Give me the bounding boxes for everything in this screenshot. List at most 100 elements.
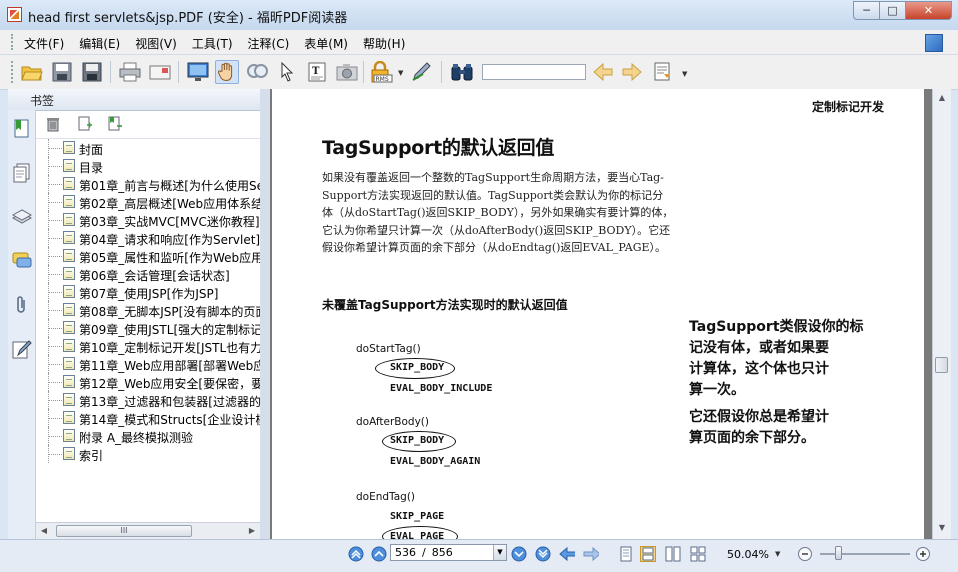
bookmark-page-icon [63,177,75,190]
code-start-skip-body: SKIP_BODY [390,362,445,373]
bookmarks-panel: 书签 封面 目录 第01章_前言与概述[为什么使用Se 第02章_高层概述[We… [8,89,261,540]
bookmark-page-icon [63,249,75,262]
scroll-left-arrow-icon[interactable]: ◀ [39,526,49,537]
menu-comment[interactable]: 注释(C) [248,35,290,52]
pdf-page: 定制标记开发 TagSupport的默认返回值 如果没有覆盖返回一个整数的Tag… [272,89,924,539]
code-do-end-tag: doEndTag() [356,491,416,503]
toolbar-separator [441,61,442,83]
menu-help[interactable]: 帮助(H) [363,35,405,52]
bookmark-page-icon [63,339,75,352]
bookmarks-horizontal-scrollbar[interactable]: ◀ III ▶ [36,522,260,540]
bookmarks-tab-icon[interactable] [11,118,32,139]
layers-tab-icon[interactable] [11,206,32,227]
snapshot-icon[interactable] [335,60,359,84]
signatures-tab-icon[interactable] [11,338,32,359]
last-page-icon[interactable] [535,546,551,562]
find-input[interactable] [482,64,586,80]
bookmark-page-icon [63,267,75,280]
add-child-bookmark-icon[interactable] [106,115,124,133]
menu-file[interactable]: 文件(F) [24,35,64,52]
single-page-view-icon[interactable] [618,546,634,562]
zoom-slider-track[interactable] [820,553,910,555]
help-image-icon[interactable] [925,34,943,52]
toolbar-separator [178,61,179,83]
scroll-right-arrow-icon[interactable]: ▶ [247,526,257,537]
first-page-icon[interactable] [348,546,364,562]
find-options-dropdown-icon[interactable]: ▼ [682,70,687,78]
code-do-start-tag: doStartTag() [356,343,421,355]
zoom-in-icon[interactable] [915,546,931,562]
zoom-tool-icon[interactable] [245,60,269,84]
document-vertical-scrollbar[interactable]: ▲ ▼ [932,89,951,539]
attachments-tab-icon[interactable] [11,294,32,315]
vertical-scroll-thumb[interactable] [935,357,948,373]
maximize-button[interactable]: □ [880,1,906,20]
rms-lock-icon[interactable]: RMS [368,60,394,84]
close-button[interactable]: ✕ [906,1,952,20]
continuous-view-icon[interactable] [640,546,656,562]
text-select-icon[interactable]: T [305,60,329,84]
zoom-out-icon[interactable] [797,546,813,562]
continuous-facing-view-icon[interactable] [690,546,706,562]
go-back-icon[interactable] [559,546,575,562]
find-binoculars-icon[interactable] [450,60,474,84]
comments-tab-icon[interactable] [11,250,32,271]
menu-edit[interactable]: 编辑(E) [79,35,120,52]
panel-splitter[interactable] [260,89,270,539]
page-separator: / [422,546,426,559]
zoom-dropdown-icon[interactable]: ▼ [775,550,780,558]
menu-form[interactable]: 表单(M) [304,35,348,52]
body-paragraph: 如果没有覆盖返回一个整数的TagSupport生命周期方法，要当心Tag- Su… [322,171,674,254]
minimize-button[interactable]: ─ [853,1,880,20]
select-tool-icon[interactable] [275,60,299,84]
toolbar-separator [363,61,364,83]
hand-tool-icon[interactable] [215,60,239,84]
find-options-icon[interactable] [652,60,676,84]
scroll-up-arrow-icon[interactable]: ▲ [936,93,948,105]
email-icon[interactable] [148,60,172,84]
menu-view[interactable]: 视图(V) [135,35,177,52]
code-eval-page: EVAL_PAGE [390,531,445,539]
save-as-icon[interactable] [80,60,104,84]
foxit-app-icon [7,7,22,22]
menu-tools[interactable]: 工具(T) [192,35,233,52]
sub-heading: 未覆盖TagSupport方法实现时的默认返回值 [322,298,568,312]
print-icon[interactable] [118,60,142,84]
bookmark-page-icon [63,231,75,244]
current-page[interactable]: 536 [395,546,416,559]
zoom-level[interactable]: 50.04% [727,548,769,561]
bookmark-tools [36,110,260,139]
bookmark-page-icon [63,357,75,370]
zoom-slider-thumb[interactable] [835,546,842,560]
delete-bookmark-icon[interactable] [44,115,62,133]
full-screen-icon[interactable] [186,60,210,84]
next-page-icon[interactable] [511,546,527,562]
sign-pen-icon[interactable] [410,60,434,84]
bookmark-page-icon [63,393,75,406]
scroll-down-arrow-icon[interactable]: ▼ [936,523,948,535]
total-pages: 856 [431,546,453,559]
svg-text:T: T [312,66,320,77]
page-dropdown-icon[interactable]: ▼ [493,545,506,560]
bookmark-page-icon [63,447,75,460]
go-forward-icon[interactable] [583,546,599,562]
find-previous-icon[interactable] [591,60,615,84]
add-bookmark-icon[interactable] [76,115,94,133]
open-folder-icon[interactable] [20,60,44,84]
handwritten-note-1: TagSupport类假设你的标 记没有体，或者如果要 计算体，这个体也只计 算… [689,319,864,398]
find-next-icon[interactable] [620,60,644,84]
rms-label: RMS [376,76,389,83]
horizontal-scroll-thumb[interactable]: III [56,525,192,537]
menu-grip-icon[interactable] [11,34,16,50]
code-eval-body-again: EVAL_BODY_AGAIN [390,456,481,467]
toolbar-grip-icon[interactable] [11,61,16,83]
previous-page-icon[interactable] [371,546,387,562]
save-icon[interactable] [50,60,74,84]
pages-tab-icon[interactable] [11,162,32,183]
rms-dropdown-arrow-icon[interactable]: ▼ [398,69,403,77]
page-number-box[interactable]: 536 / 856 ▼ [390,544,507,561]
bookmark-list: 封面 目录 第01章_前言与概述[为什么使用Se 第02章_高层概述[Web应用… [36,139,260,522]
bookmark-page-icon [63,411,75,424]
facing-view-icon[interactable] [665,546,681,562]
document-view[interactable]: 定制标记开发 TagSupport的默认返回值 如果没有覆盖返回一个整数的Tag… [270,89,950,539]
